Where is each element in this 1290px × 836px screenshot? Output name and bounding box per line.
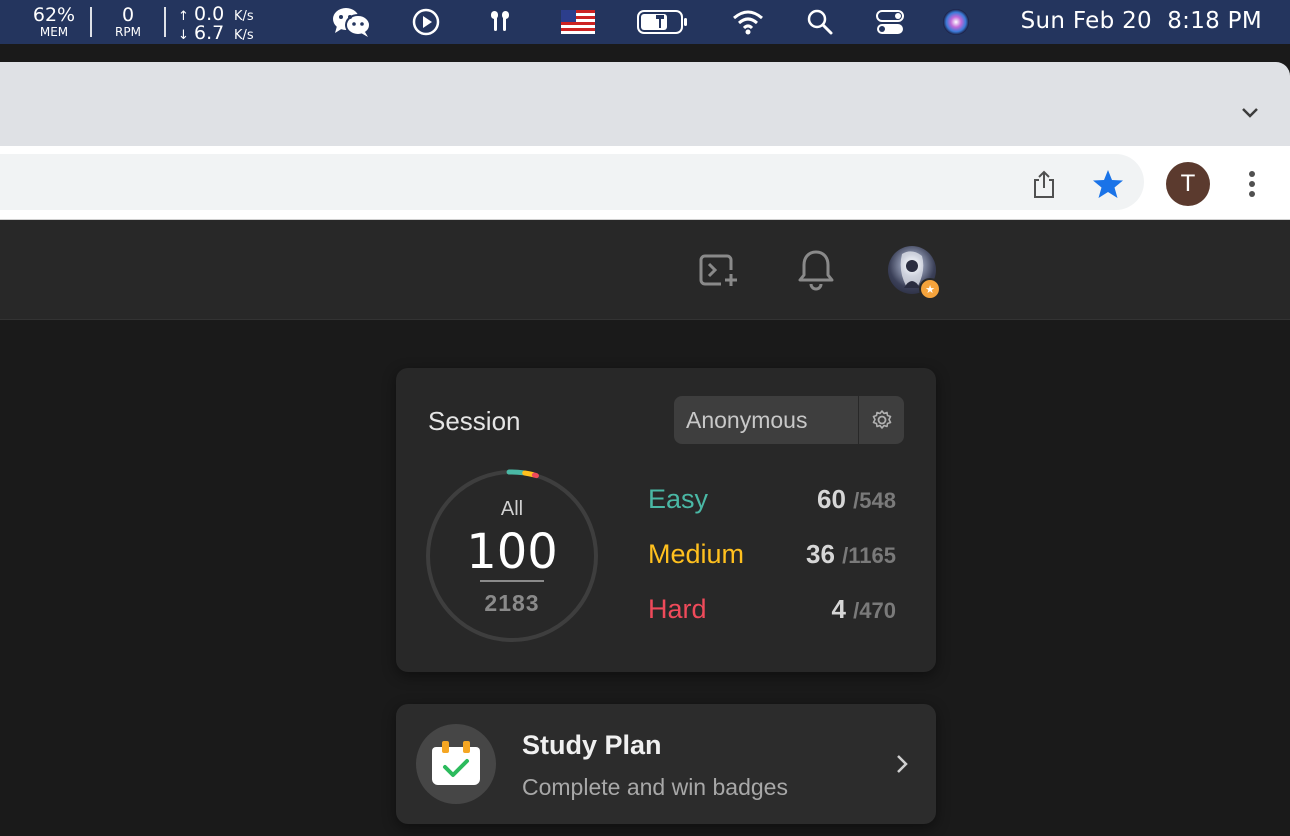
rpm-value: 0 [121,4,135,26]
network-stat[interactable]: ↑ 0.0 K/s ↓ 6.7 K/s [178,3,254,44]
battery-charging-icon[interactable] [636,6,690,38]
download-unit: K/s [234,28,254,43]
address-bar[interactable] [0,154,1144,210]
difficulty-total: /470 [853,598,896,623]
chevron-right-icon[interactable] [892,752,912,776]
menubar-clock[interactable]: Sun Feb 20 8:18 PM [1021,8,1262,34]
difficulty-count: 60 /548 [817,484,896,515]
memory-label: MEM [39,25,69,39]
session-title: Session [428,406,521,436]
browser-tab-strip [0,62,1290,146]
memory-value: 62% [32,4,76,26]
macos-menu-bar: 62% MEM 0 RPM ↑ 0.0 K/s ↓ 6.7 K/s Sun Fe… [0,0,1290,44]
upload-arrow: ↑ [178,9,189,24]
fan-rpm-stat[interactable]: 0 RPM [106,4,150,39]
study-plan-subtitle: Complete and win badges [522,774,788,800]
download-arrow: ↓ [178,28,189,43]
airpods-icon[interactable] [484,6,516,38]
ring-divider [480,580,544,582]
menubar-divider [164,7,166,37]
browser-menu-icon[interactable] [1236,166,1268,202]
play-icon[interactable] [410,6,442,38]
wifi-icon[interactable] [730,6,766,38]
bookmark-star-icon[interactable] [1090,166,1126,202]
all-label: All [500,498,524,520]
calendar-check-icon [432,741,480,785]
session-selector[interactable]: Anonymous [674,396,858,444]
bell-icon[interactable] [794,246,838,292]
new-playground-icon[interactable] [696,248,742,292]
site-navbar [0,220,1290,320]
search-icon[interactable] [804,6,836,38]
difficulty-name: Easy [648,484,709,514]
question-total: 2183 [484,590,540,616]
wechat-icon[interactable] [330,6,374,38]
memory-stat[interactable]: 62% MEM [28,4,80,39]
tab-search-chevron-icon[interactable] [1238,100,1262,124]
difficulty-row-medium: Medium 36 /1165 [648,539,896,575]
difficulty-name: Hard [648,594,707,624]
easy-progress-arc [506,469,527,476]
solved-total: 100 [466,524,558,580]
control-center-icon[interactable] [872,6,908,38]
study-plan-title: Study Plan [522,730,662,760]
session-settings-gear-icon[interactable] [859,396,904,444]
difficulty-solved: 36 [806,539,835,569]
us-flag-icon[interactable] [560,6,596,38]
upload-unit: K/s [234,9,254,24]
browser-toolbar: T [0,146,1290,220]
difficulty-row-easy: Easy 60 /548 [648,484,896,520]
hard-progress-arc [531,472,539,479]
difficulty-solved: 4 [831,594,846,624]
download-value: 6.7 [194,22,225,44]
difficulty-name: Medium [648,539,745,569]
difficulty-row-hard: Hard 4 /470 [648,594,896,630]
study-plan-icon-wrap [416,724,496,804]
difficulty-solved: 60 [817,484,846,514]
difficulty-total: /548 [853,488,896,513]
difficulty-total: /1165 [842,543,896,568]
rpm-label: RPM [115,25,141,39]
share-icon[interactable] [1026,166,1062,202]
difficulty-count: 4 /470 [831,594,896,625]
premium-star-icon: ★ [919,278,941,300]
difficulty-count: 36 /1165 [806,539,896,570]
siri-icon[interactable] [940,6,972,38]
study-plan-card[interactable]: Study Plan Complete and win badges [396,704,936,824]
session-progress-card: Session Anonymous All 100 2183 Easy 60 /… [396,368,936,672]
menubar-divider [90,7,92,37]
browser-profile-avatar[interactable]: T [1166,162,1210,206]
